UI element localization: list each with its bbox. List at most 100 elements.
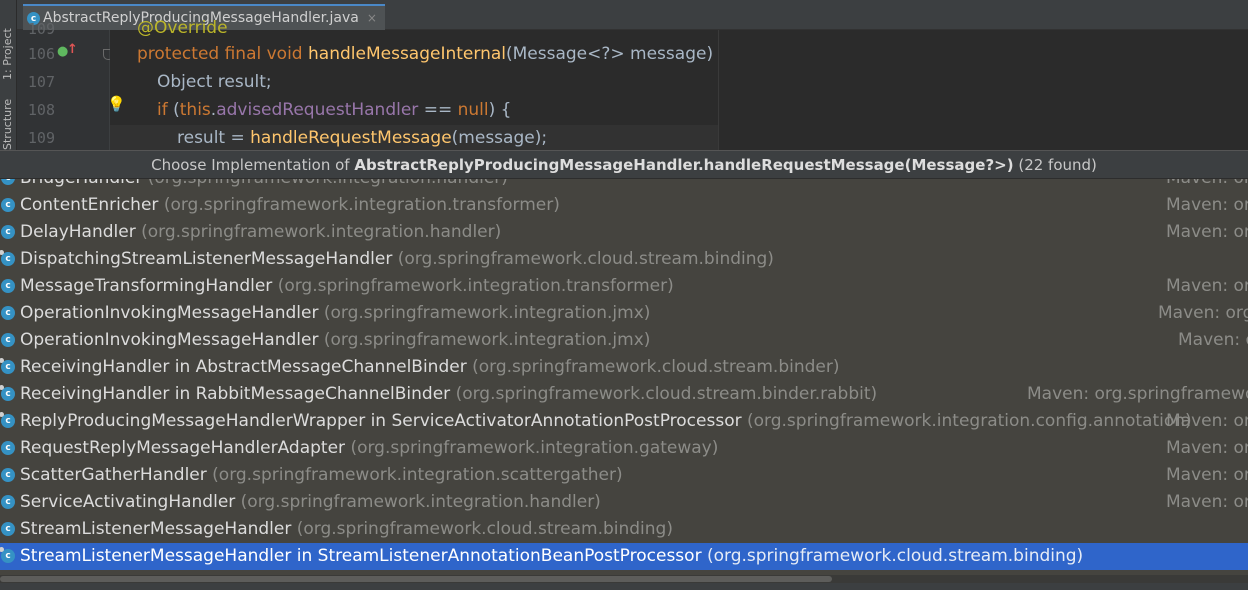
method-name: handleRequestMessage [250,128,452,148]
horizontal-scrollbar[interactable] [0,575,1248,583]
code-text: == [418,100,458,120]
status-bar [0,583,1248,590]
class-name: OperationInvokingMessageHandler [20,330,319,350]
class-name: BridgeHandler [20,179,142,188]
choose-implementation-popup: Choose Implementation of AbstractReplyPr… [0,150,1248,590]
library-name: Maven: org.springframewor [1027,384,1248,404]
keyword: protected final void [137,44,309,64]
implementation-item[interactable]: c ContentEnricher (org.springframework.in… [0,192,1248,219]
class-icon: c [1,522,15,536]
implementation-item[interactable]: c RequestReplyMessageHandlerAdapter (org.… [0,435,1248,462]
class-name: OperationInvokingMessageHandler [20,303,319,323]
keyword: null [457,100,489,120]
line-number: 106 [27,45,55,63]
code-line: @Override [137,18,228,38]
project-tool-tab[interactable]: 1: Project [1,6,14,80]
implementation-item[interactable]: c ReceivingHandler in RabbitMessageChanne… [0,381,1248,408]
library-name: Maven: org [1166,276,1248,296]
structure-tool-tab[interactable]: Structure [1,99,14,150]
code-text: Object result; [157,72,272,92]
line-number: 109 [27,129,55,147]
implementation-item[interactable]: c DelayHandler (org.springframework.integ… [0,219,1248,246]
library-name: Maven: org [1166,492,1248,512]
library-name: Maven: org [1166,465,1248,485]
implementation-item[interactable]: c MessageTransformingHandler (org.springf… [0,273,1248,300]
implementation-item[interactable]: c ReceivingHandler in AbstractMessageChan… [0,354,1248,381]
package-name: (org.springframework.integration.transfo… [163,195,560,215]
class-icon: c [1,225,15,239]
implementation-name: OperationInvokingMessageHandler (org.spr… [20,327,650,354]
popup-title-method: AbstractReplyProducingMessageHandler.han… [354,156,1014,174]
popup-title: Choose Implementation of AbstractReplyPr… [0,151,1248,179]
library-name: Maven: org [1166,179,1248,192]
class-icon: c [1,495,15,509]
implementation-name: DispatchingStreamListenerMessageHandler … [20,246,774,273]
implementation-item[interactable]: c OperationInvokingMessageHandler (org.sp… [0,327,1248,354]
split-editor-pane[interactable] [718,30,1248,150]
code-line: protected final void handleMessageIntern… [137,44,729,64]
implementation-item[interactable]: c DispatchingStreamListenerMessageHandler… [0,246,1248,273]
class-icon: c [1,306,15,320]
implementation-item[interactable]: c OperationInvokingMessageHandler (org.sp… [0,300,1248,327]
package-name: (org.springframework.integration.transfo… [277,276,674,296]
editor-gutter: 109 106 107 108 109 ● ↑ [17,20,114,150]
class-name: ReceivingHandler in RabbitMessageChannel… [20,384,451,404]
package-name: (org.springframework.integration.scatter… [212,465,623,485]
package-name: (org.springframework.integration.handler… [240,492,601,512]
implementation-name: OperationInvokingMessageHandler (org.spr… [20,300,650,327]
implementation-name: MessageTransformingHandler (org.springfr… [20,273,674,300]
class-icon: c [0,547,15,563]
package-name: (org.springframework.integration.jmx) [323,330,651,350]
class-name: MessageTransformingHandler [20,276,273,296]
field-name: advisedRequestHandler [216,100,419,120]
package-name: (org.springframework.cloud.stream.bindin… [397,249,774,269]
class-icon: c [0,358,15,374]
library-name: Maven: org [1166,438,1248,458]
implementation-item[interactable]: c StreamListenerMessageHandler (org.sprin… [0,516,1248,543]
code-text: (Message<?> message) { [505,44,730,64]
implementation-name: RequestReplyMessageHandlerAdapter (org.s… [20,435,718,462]
line-number: 109 [27,20,55,38]
lightbulb-icon[interactable]: 💡 [107,95,126,113]
implementation-name: ContentEnricher (org.springframework.int… [20,192,560,219]
class-icon: c [1,441,15,455]
implementation-name: ReceivingHandler in AbstractMessageChann… [20,354,840,381]
class-name: StreamListenerMessageHandler in StreamLi… [20,546,702,566]
package-name: (org.springframework.integration.config.… [747,411,1192,431]
package-name: (org.springframework.cloud.stream.binder… [472,357,840,377]
class-name: DispatchingStreamListenerMessageHandler [20,249,393,269]
implementation-item[interactable]: c ScatterGatherHandler (org.springframewo… [0,462,1248,489]
class-icon: c [1,198,15,212]
code-text: ( [173,100,180,120]
implementation-name: StreamListenerMessageHandler (org.spring… [20,516,673,543]
implementation-item[interactable]: c BridgeHandler (org.springframework.inte… [0,179,1248,192]
implementation-item[interactable]: c ServiceActivatingHandler (org.springfra… [0,489,1248,516]
arrow-up-icon[interactable]: ↑ [67,42,78,57]
line-number: 107 [27,73,55,91]
implementation-name: ReceivingHandler in RabbitMessageChannel… [20,381,877,408]
class-icon: c [1,468,15,482]
implementation-item[interactable]: c StreamListenerMessageHandler in StreamL… [0,543,1248,570]
library-name: Maven: o [1178,330,1248,350]
package-name: (org.springframework.cloud.stream.bindin… [296,519,673,539]
line-number: 108 [27,101,55,119]
scrollbar-thumb[interactable] [0,576,832,582]
annotation-text: @Override [137,18,228,38]
close-icon[interactable]: × [367,11,377,25]
implementation-name: ServiceActivatingHandler (org.springfram… [20,489,601,516]
class-name: ContentEnricher [20,195,159,215]
package-name: (org.springframework.cloud.stream.bindin… [706,546,1084,566]
class-icon: c [0,250,15,266]
implementation-name: ScatterGatherHandler (org.springframewor… [20,462,623,489]
class-name: ReceivingHandler in AbstractMessageChann… [20,357,467,377]
implementation-item[interactable]: c ReplyProducingMessageHandlerWrapper in … [0,408,1248,435]
implementation-list[interactable]: c BridgeHandler (org.springframework.inte… [0,179,1248,581]
package-name: (org.springframework.integration.handler… [141,222,502,242]
keyword: if [157,100,174,120]
class-name: ReplyProducingMessageHandlerWrapper in S… [20,411,742,431]
code-line: Object result; [157,72,272,92]
package-name: (org.springframework.integration.gateway… [350,438,719,458]
library-name: Maven: org [1166,411,1248,431]
class-icon: c [0,412,15,428]
class-name: RequestReplyMessageHandlerAdapter [20,438,346,458]
